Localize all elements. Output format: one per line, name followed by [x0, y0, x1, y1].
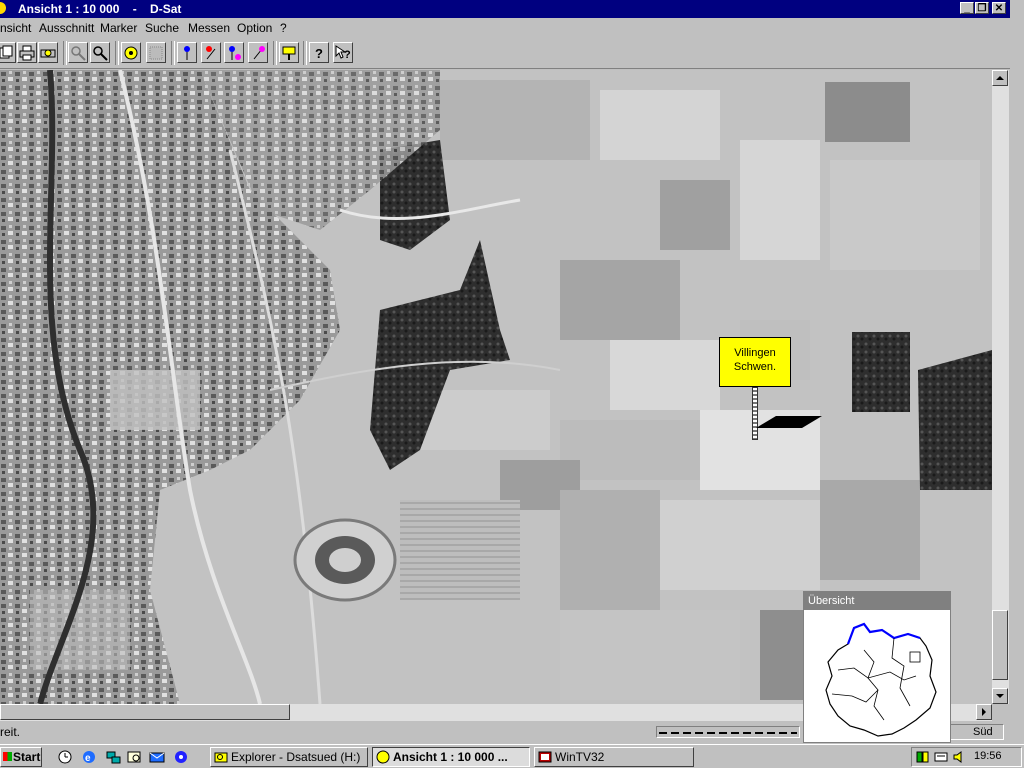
- scroll-up-button[interactable]: [992, 70, 1008, 86]
- menu-suche[interactable]: Suche: [145, 21, 179, 35]
- marker-blue-icon: [184, 45, 190, 60]
- quicklaunch-outlook[interactable]: [148, 748, 166, 766]
- scroll-down-button[interactable]: [992, 688, 1008, 704]
- search-icon: [127, 751, 141, 763]
- toolbar: ? ?: [0, 38, 1010, 69]
- svg-text:e: e: [85, 753, 91, 764]
- marker-label-line2: Schwen.: [733, 361, 777, 373]
- close-button[interactable]: ✕: [992, 2, 1006, 14]
- menu-messen[interactable]: Messen: [188, 21, 230, 35]
- status-text: reit.: [0, 725, 21, 739]
- vertical-scroll-thumb[interactable]: [992, 610, 1008, 680]
- menu-ansicht[interactable]: nsicht: [0, 21, 31, 35]
- marker-pink-button[interactable]: [248, 42, 268, 63]
- marker-flag-icon: [756, 416, 822, 428]
- menu-option[interactable]: Option: [237, 21, 272, 35]
- marker-red-icon: [206, 45, 216, 59]
- task-ansicht-label: Ansicht 1 : 10 000 ...: [393, 750, 508, 764]
- task-wintv-label: WinTV32: [555, 750, 605, 764]
- svg-text:?: ?: [315, 46, 323, 61]
- place-marker-label[interactable]: Villingen Schwen.: [719, 337, 791, 387]
- internet-explorer-icon: e: [83, 751, 95, 764]
- overview-title: Übersicht: [804, 592, 950, 610]
- lens-icon: [124, 46, 138, 59]
- marker-multi-button[interactable]: [224, 42, 244, 63]
- overview-panel[interactable]: Übersicht: [803, 591, 951, 743]
- menu-bar: nsicht Ausschnitt Marker Suche Messen Op…: [0, 18, 1010, 38]
- clock-icon: [58, 750, 72, 764]
- svg-text:?: ?: [344, 49, 351, 61]
- outlook-express-icon: [149, 752, 165, 763]
- marker-pink-icon: [253, 45, 265, 59]
- arrow-right-icon: [982, 708, 986, 716]
- arrow-up-icon: [996, 76, 1004, 80]
- lens-button[interactable]: [121, 42, 141, 63]
- network-icon: [106, 751, 121, 764]
- grid-button[interactable]: [146, 42, 166, 63]
- menu-help[interactable]: ?: [280, 21, 287, 35]
- tray-network-icon[interactable]: [916, 750, 930, 764]
- zoom-in-button[interactable]: [68, 42, 88, 63]
- germany-overview-map[interactable]: [804, 610, 950, 742]
- start-button[interactable]: Start: [0, 747, 42, 767]
- arrow-down-icon: [996, 694, 1004, 698]
- scroll-right-button[interactable]: [976, 704, 992, 720]
- grid-icon: [149, 46, 163, 59]
- marker-blue-button[interactable]: [177, 42, 197, 63]
- sign-icon: [282, 46, 296, 60]
- title-bar[interactable]: Ansicht 1 : 10 000 - D-Sat _ ❐ ✕: [0, 0, 1010, 18]
- context-help-icon: ?: [335, 44, 351, 61]
- task-explorer-label: Explorer - Dsatsued (H:): [231, 750, 361, 764]
- scale-bar: [656, 726, 800, 738]
- help-button[interactable]: ?: [309, 42, 329, 63]
- dsat-app-icon: [376, 750, 390, 764]
- window-title: Ansicht 1 : 10 000 - D-Sat: [18, 2, 182, 16]
- quicklaunch-clock[interactable]: [56, 748, 74, 766]
- taskbar: Start e Explorer - Dsatsued (H:) Ansicht…: [0, 744, 1024, 768]
- print-preview-icon: [40, 49, 56, 57]
- horizontal-scroll-thumb[interactable]: [0, 704, 290, 720]
- zoom-out-button[interactable]: [90, 42, 110, 63]
- start-label: Start: [13, 750, 41, 764]
- clock[interactable]: 19:56: [974, 750, 1002, 762]
- maximize-button[interactable]: ❐: [975, 2, 989, 14]
- marker-red-button[interactable]: [201, 42, 221, 63]
- quicklaunch-search[interactable]: [126, 748, 144, 766]
- explorer-icon: [214, 752, 228, 763]
- context-help-button[interactable]: ?: [333, 42, 353, 63]
- print-preview-button[interactable]: [38, 42, 58, 63]
- menu-ausschnitt[interactable]: Ausschnitt: [39, 21, 94, 35]
- copy-icon: [0, 45, 13, 58]
- windows-logo-icon: [3, 752, 12, 761]
- task-wintv[interactable]: WinTV32: [534, 747, 694, 767]
- help-icon: ?: [315, 46, 323, 61]
- tray-volume-icon[interactable]: [952, 750, 966, 764]
- direction-indicator: Süd: [944, 724, 1004, 740]
- tray-keyboard-icon[interactable]: [934, 750, 948, 764]
- zoom-in-icon: [71, 45, 86, 61]
- task-explorer[interactable]: Explorer - Dsatsued (H:): [210, 747, 368, 767]
- scale-bar-graphic: [659, 732, 797, 734]
- marker-multi-icon: [229, 45, 241, 60]
- quicklaunch-internet-explorer[interactable]: e: [80, 748, 98, 766]
- channels-icon: [175, 751, 187, 763]
- quicklaunch-network[interactable]: [104, 748, 122, 766]
- zoom-out-icon: [93, 45, 108, 61]
- app-icon[interactable]: [0, 2, 6, 14]
- marker-label-line1: Villingen: [734, 347, 776, 359]
- menu-marker[interactable]: Marker: [100, 21, 137, 35]
- quicklaunch-channels[interactable]: [172, 748, 190, 766]
- copy-button[interactable]: [0, 42, 16, 63]
- system-tray: 19:56: [911, 747, 1022, 767]
- sign-button[interactable]: [279, 42, 299, 63]
- wintv-icon: [538, 751, 552, 763]
- task-ansicht[interactable]: Ansicht 1 : 10 000 ...: [372, 747, 530, 767]
- minimize-button[interactable]: _: [960, 2, 974, 14]
- print-icon: [19, 45, 35, 60]
- print-button[interactable]: [17, 42, 37, 63]
- vertical-scrollbar[interactable]: [992, 70, 1009, 704]
